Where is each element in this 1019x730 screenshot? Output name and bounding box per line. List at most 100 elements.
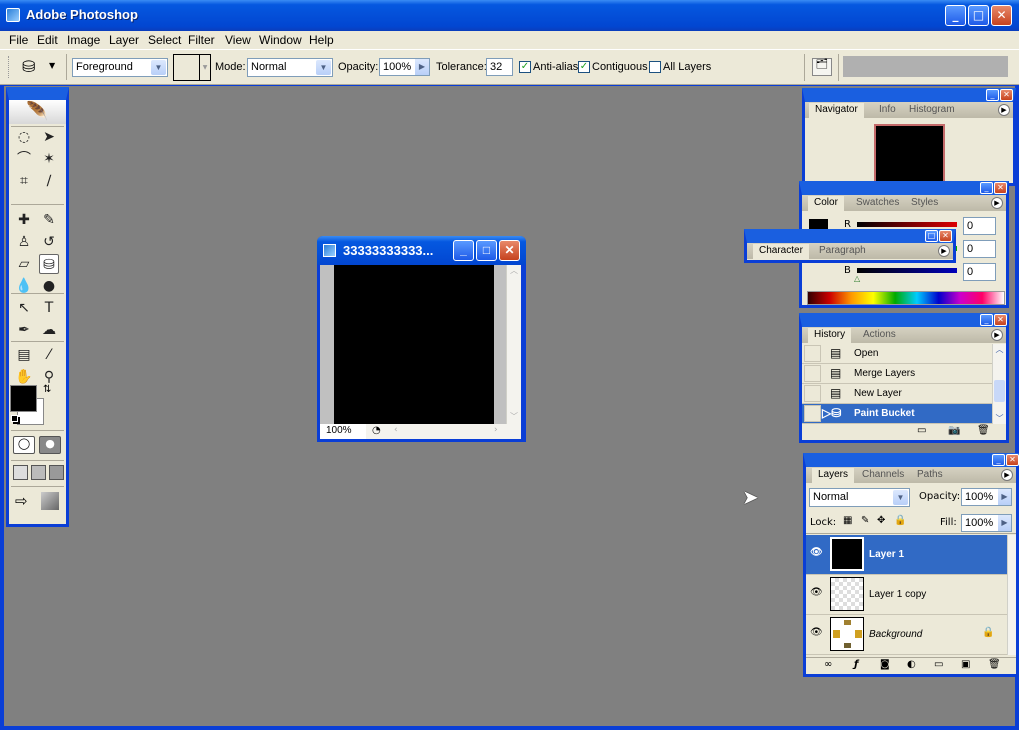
path-selection-tool-icon[interactable]: ↖ (14, 298, 34, 318)
tool-preset-dropdown-arrow[interactable]: ▼ (49, 61, 55, 70)
color-spectrum-bar[interactable] (807, 291, 1005, 305)
fill-input[interactable]: 100% ▶ (961, 514, 1012, 532)
history-item[interactable]: ▤ Merge Layers (802, 364, 992, 384)
lock-transparency-icon[interactable]: ▦ (843, 515, 852, 526)
clone-stamp-tool-icon[interactable]: ♙ (14, 232, 34, 252)
default-colors-icon[interactable] (11, 415, 18, 422)
menu-help[interactable]: Help (309, 33, 334, 47)
crop-tool-icon[interactable]: ⌗ (14, 171, 34, 191)
tab-channels[interactable]: Channels (856, 468, 910, 483)
magic-wand-tool-icon[interactable]: ✶ (39, 149, 59, 169)
move-tool-icon[interactable]: ➤ (39, 127, 59, 147)
paint-bucket-icon[interactable]: ⛁ (22, 57, 35, 76)
document-vertical-scrollbar[interactable]: ︿ ﹀ (506, 265, 521, 424)
eyedropper-tool-icon[interactable]: ⁄ (39, 345, 59, 365)
menu-window[interactable]: Window (259, 33, 302, 47)
marquee-tool-icon[interactable]: ◌ (14, 127, 34, 147)
panel-minimize-button[interactable]: _ (992, 454, 1005, 466)
scroll-right-arrow[interactable]: › (494, 425, 498, 435)
document-title-bar[interactable]: 33333333333... _ □ ✕ (317, 236, 526, 265)
adjustment-layer-icon[interactable]: ◐ (907, 659, 916, 670)
tab-character[interactable]: Character (753, 244, 809, 259)
standard-screen-mode-button[interactable] (13, 465, 28, 480)
history-item[interactable]: ▤ Open (802, 344, 992, 364)
lasso-tool-icon[interactable]: ⌒ (14, 149, 34, 169)
document-close-button[interactable]: ✕ (499, 240, 520, 261)
panel-menu-icon[interactable]: ▶ (998, 104, 1010, 116)
zoom-level[interactable]: 100% (320, 424, 366, 439)
new-layer-icon[interactable]: ▣ (961, 659, 970, 670)
lock-position-icon[interactable]: ✥ (877, 515, 885, 526)
foreground-color-swatch[interactable] (10, 385, 37, 412)
menu-file[interactable]: File (9, 33, 28, 47)
slice-tool-icon[interactable]: ∕ (39, 171, 59, 191)
lock-image-icon[interactable]: ✎ (861, 515, 869, 526)
layer-style-icon[interactable]: ƒ (854, 659, 858, 670)
channel-g-input[interactable]: 0 (963, 240, 996, 258)
minimize-button[interactable]: _ (945, 5, 966, 26)
fill-slider-arrow[interactable]: ▶ (998, 515, 1011, 531)
history-scrollbar[interactable]: ︿ ﹀ (992, 344, 1006, 424)
menu-view[interactable]: View (225, 33, 251, 47)
tolerance-input[interactable]: 32 (486, 58, 513, 76)
scrollbar-thumb[interactable] (994, 380, 1005, 402)
channel-r-slider[interactable] (857, 222, 957, 227)
tab-info[interactable]: Info (873, 103, 902, 118)
imageready-icon[interactable] (41, 492, 59, 510)
tab-paths[interactable]: Paths (911, 468, 949, 483)
panel-close-button[interactable]: ✕ (1000, 89, 1013, 101)
file-browser-icon[interactable]: 🗂 (812, 58, 832, 76)
history-item-selected[interactable]: ▷⛁ Paint Bucket (802, 404, 992, 424)
jump-to-imageready-icon[interactable]: ⇨ (15, 492, 28, 510)
lock-all-icon[interactable]: 🔒 (894, 515, 906, 526)
history-snapshot-box[interactable] (804, 405, 821, 422)
custom-shape-tool-icon[interactable]: ☁ (39, 320, 59, 340)
layer-row[interactable]: 👁 Background 🔒 (806, 615, 1007, 655)
panel-menu-icon[interactable]: ▶ (991, 329, 1003, 341)
history-snapshot-box[interactable] (804, 345, 821, 362)
tab-history[interactable]: History (808, 328, 852, 343)
trash-icon[interactable]: 🗑 (988, 659, 1001, 670)
type-tool-icon[interactable]: T (39, 298, 59, 318)
tab-histogram[interactable]: Histogram (903, 103, 961, 118)
panel-minimize-button[interactable]: _ (980, 314, 993, 326)
tab-layers[interactable]: Layers (812, 468, 855, 483)
new-document-from-state-icon[interactable]: ▭ (917, 425, 926, 436)
palette-well[interactable] (843, 56, 1008, 77)
layer-opacity-input[interactable]: 100% ▶ (961, 488, 1012, 506)
opacity-slider-arrow[interactable]: ▶ (415, 59, 429, 75)
scroll-up-arrow[interactable]: ︿ (993, 344, 1006, 355)
layers-scrollbar[interactable] (1007, 535, 1016, 655)
standard-mode-button[interactable]: ◯ (13, 436, 35, 454)
channel-b-slider-handle[interactable]: △ (854, 274, 860, 283)
quick-mask-button[interactable]: ● (39, 436, 61, 454)
layer-mask-icon[interactable]: ◙ (880, 659, 890, 670)
mode-select[interactable]: Normal ▼ (247, 58, 333, 77)
panel-close-button[interactable]: ✕ (994, 182, 1007, 194)
channel-r-input[interactable]: 0 (963, 217, 996, 235)
blend-mode-select[interactable]: Normal ▼ (809, 488, 910, 507)
menu-image[interactable]: Image (67, 33, 100, 47)
close-button[interactable]: ✕ (991, 5, 1012, 26)
panel-menu-icon[interactable]: ▶ (1001, 469, 1013, 481)
document-minimize-button[interactable]: _ (453, 240, 474, 261)
new-snapshot-icon[interactable]: 📷 (948, 425, 960, 436)
paint-bucket-tool-icon[interactable]: ⛁ (39, 254, 59, 274)
scroll-left-arrow[interactable]: ‹ (394, 425, 398, 435)
tab-color[interactable]: Color (808, 196, 844, 211)
full-screen-menu-mode-button[interactable] (31, 465, 46, 480)
full-screen-mode-button[interactable] (49, 465, 64, 480)
options-bar-grip[interactable] (8, 56, 10, 78)
brush-tool-icon[interactable]: ✎ (39, 210, 59, 230)
menu-select[interactable]: Select (148, 33, 181, 47)
status-menu-icon[interactable]: ◔ (372, 425, 381, 436)
adobe-feather-logo[interactable]: 🪶 (9, 100, 66, 124)
menu-edit[interactable]: Edit (37, 33, 58, 47)
scroll-down-arrow[interactable]: ﹀ (507, 411, 521, 422)
panel-minimize-button[interactable]: _ (980, 182, 993, 194)
panel-close-button[interactable]: ✕ (939, 230, 952, 242)
panel-close-button[interactable]: ✕ (994, 314, 1007, 326)
history-brush-tool-icon[interactable]: ↺ (39, 232, 59, 252)
trash-icon[interactable]: 🗑 (977, 425, 990, 436)
opacity-input[interactable]: 100% ▶ (379, 58, 430, 76)
